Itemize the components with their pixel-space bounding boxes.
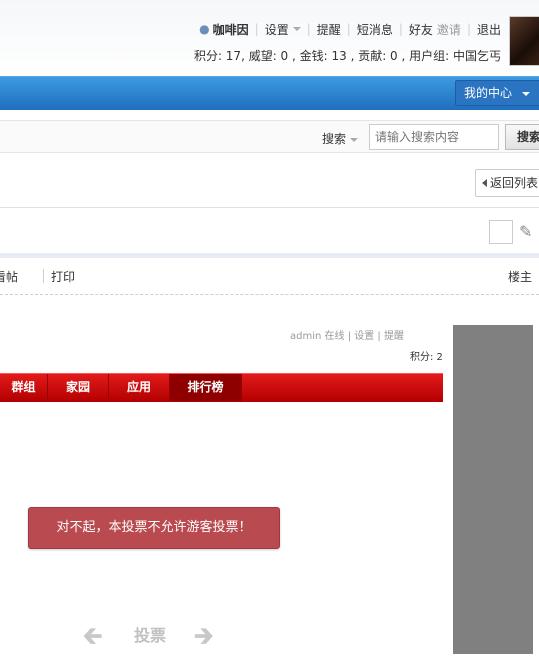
user-icon: ● [199, 22, 210, 36]
chevron-down-icon [350, 137, 359, 142]
search-type-select[interactable]: 搜索 [322, 130, 359, 147]
embedded-nav: 群组 家园 应用 排行榜 [0, 373, 443, 402]
embedded-user-line: admin 在线 | 设置 | 提醒 [290, 331, 404, 342]
divider [0, 253, 539, 258]
floor-label: 楼主 [508, 270, 533, 284]
friends-link[interactable]: 好友 [409, 21, 433, 38]
embedded-credits: 积分: 2 [410, 352, 443, 363]
my-center-label: 我的中心 [464, 86, 513, 100]
search-button[interactable]: 搜索 [505, 124, 539, 150]
reminder-link[interactable]: 提醒 [317, 21, 341, 38]
nav-item-groups[interactable]: 群组 [0, 374, 48, 401]
settings-link[interactable]: 设置 [265, 21, 289, 38]
search-label: 搜索 [322, 132, 347, 146]
divider [43, 269, 44, 283]
top-header [0, 0, 539, 76]
credit-info: 积分: 17, 威望: 0 , 金钱: 13 , 贡献: 0 , 用户组: 中国… [193, 49, 501, 63]
my-center-button[interactable]: 我的中心 [455, 80, 539, 106]
back-to-list-button[interactable]: 返回列表 [475, 169, 539, 197]
invite-link[interactable]: 邀请 [437, 21, 461, 38]
edit-icon[interactable]: ✎ [519, 222, 532, 241]
avatar[interactable] [509, 16, 539, 66]
messages-link[interactable]: 短消息 [357, 21, 393, 38]
checkbox[interactable] [489, 220, 513, 244]
chevron-down-icon [522, 91, 531, 96]
side-panel [453, 325, 533, 654]
nav-item-apps[interactable]: 应用 [109, 374, 170, 401]
search-input[interactable] [369, 124, 499, 150]
nav-item-home[interactable]: 家园 [48, 374, 109, 401]
dashed-divider [0, 294, 539, 295]
logout-link[interactable]: 退出 [477, 21, 501, 38]
vote-button[interactable]: 投票 [134, 622, 166, 646]
alert-message: 对不起，本投票不允许游客投票！ [28, 507, 280, 549]
nav-item-ranking[interactable]: 排行榜 [170, 374, 242, 401]
chevron-down-icon[interactable] [292, 27, 301, 31]
print-link[interactable]: 打印 [51, 268, 75, 285]
divider [0, 207, 539, 208]
back-to-list-label: 返回列表 [490, 176, 539, 190]
chevron-left-icon [482, 179, 487, 187]
only-author-link[interactable]: 看帖 [0, 268, 18, 285]
username-link[interactable]: 咖啡因 [213, 21, 249, 38]
user-menu: ● 咖啡因 | 设置 | 提醒 | 短消息 | 好友 邀请 | 退出 [199, 21, 501, 38]
